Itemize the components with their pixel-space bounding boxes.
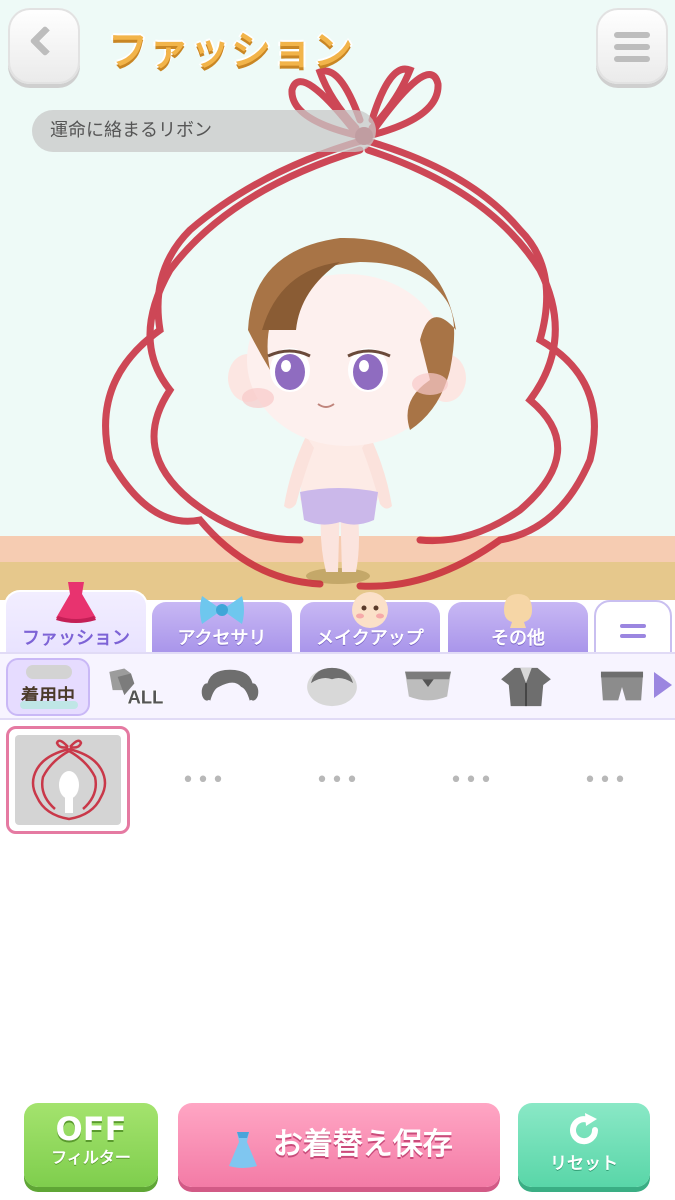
loading-dots: ••• [315, 768, 361, 793]
tab-label: ファッション [22, 628, 130, 649]
loading-dots: ••• [449, 768, 495, 793]
hamburger-icon-line [614, 56, 650, 62]
loading-dots: ••• [181, 768, 227, 793]
item-cell-selected[interactable] [6, 726, 130, 834]
item-cell-empty[interactable]: ••• [410, 726, 534, 834]
face-icon [352, 592, 388, 628]
reset-icon [570, 1113, 599, 1145]
tab-label: その他 [491, 628, 545, 649]
loading-dots: ••• [583, 768, 629, 793]
save-outfit-button[interactable]: お着替え保存 [178, 1103, 500, 1187]
filter-state-label: OFF [55, 1110, 127, 1148]
all-clothes-icon[interactable]: ALL [106, 664, 166, 708]
tab-makeup[interactable]: メイクアップ [298, 592, 442, 654]
hamburger-icon [614, 32, 650, 38]
menu-button[interactable] [596, 8, 668, 84]
reset-label: リセット [550, 1154, 618, 1174]
chevron-left-icon [29, 25, 61, 57]
hamburger-icon-line [614, 44, 650, 50]
item-thumbnail [15, 735, 121, 825]
item-cell-empty[interactable]: ••• [544, 726, 668, 834]
filter-label: フィルター [51, 1148, 131, 1167]
equals-icon-line [620, 634, 646, 638]
ribbon-item-icon [31, 739, 107, 821]
reset-button[interactable]: リセット [518, 1103, 650, 1187]
equipped-filter-button[interactable]: 着用中 [6, 658, 90, 716]
outerwear-icon[interactable] [496, 664, 556, 708]
item-cell-empty[interactable]: ••• [276, 726, 400, 834]
tab-label: アクセサリ [177, 628, 267, 649]
top-icon[interactable] [398, 664, 458, 708]
tab-accessory[interactable]: アクセサリ [150, 596, 294, 654]
tab-more-button[interactable] [594, 600, 672, 654]
back-button[interactable] [8, 8, 80, 84]
hair-icon[interactable] [200, 664, 260, 708]
dress-icon [56, 582, 96, 623]
item-cell-empty[interactable]: ••• [142, 726, 266, 834]
head-icon[interactable] [302, 664, 362, 708]
tab-fashion[interactable]: ファッション [4, 582, 148, 656]
dress-icon [229, 1131, 258, 1168]
avatar-character [102, 65, 598, 590]
equipped-item-name: 運命に絡まるリボン [32, 110, 376, 152]
all-label: ALL [128, 687, 164, 708]
avatar-preview-area [0, 0, 675, 600]
save-label: お着替え保存 [272, 1127, 453, 1162]
wave-decoration [20, 701, 78, 709]
head-silhouette-icon [504, 594, 532, 628]
hanger-icon [26, 665, 72, 679]
filter-toggle-button[interactable]: OFF フィルター [24, 1103, 158, 1187]
bottoms-icon[interactable] [592, 664, 652, 708]
page-title: ファッション [108, 28, 354, 74]
equals-icon [620, 624, 646, 628]
bow-icon [200, 596, 244, 624]
subcategory-scroll-right-icon[interactable] [654, 672, 672, 698]
tab-other[interactable]: その他 [446, 594, 590, 654]
tab-label: メイクアップ [316, 628, 424, 649]
